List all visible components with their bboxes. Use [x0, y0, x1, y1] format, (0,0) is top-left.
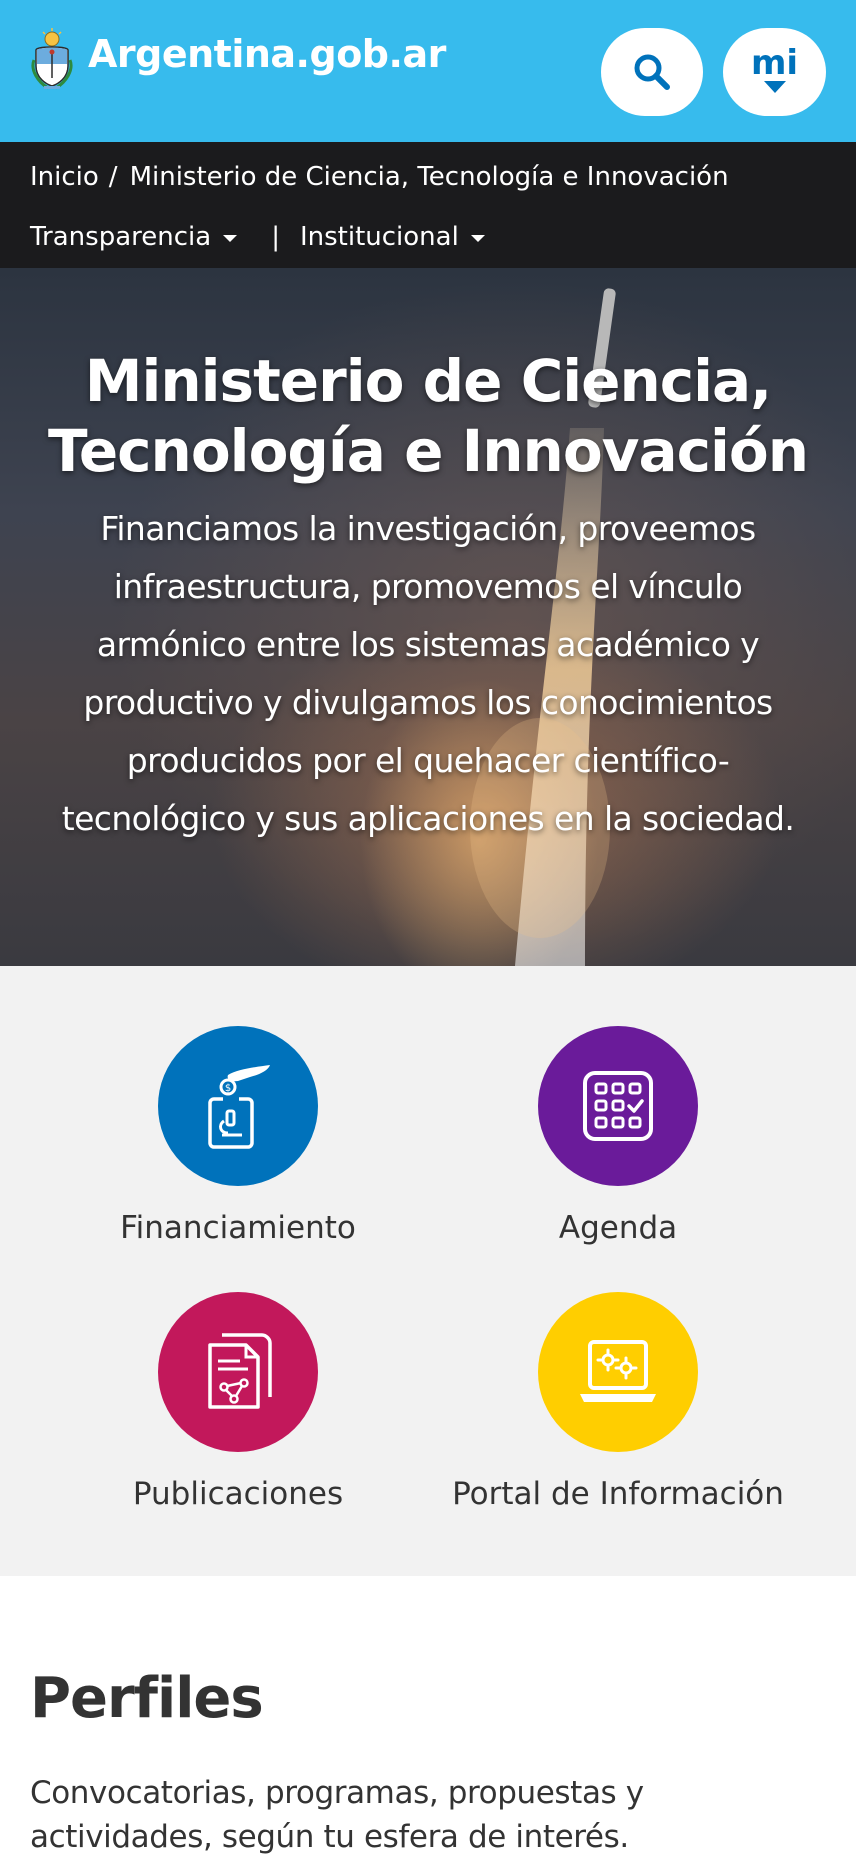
quick-link-publicaciones[interactable]: Publicaciones	[48, 1292, 428, 1512]
page-title-line-1: Ministerio de Ciencia,	[84, 347, 772, 415]
quick-link-financiamiento[interactable]: $ Financiamiento	[48, 1026, 428, 1246]
hero-banner: Ministerio de Ciencia, Tecnología e Inno…	[0, 268, 856, 966]
publicaciones-circle	[158, 1292, 318, 1452]
quick-link-label: Portal de Información	[452, 1476, 784, 1512]
section-menus: Transparencia | Institucional	[30, 212, 485, 262]
caret-down-icon	[470, 235, 485, 242]
transparencia-dropdown[interactable]: Transparencia	[30, 222, 238, 252]
quick-link-portal-informacion[interactable]: Portal de Información	[428, 1292, 808, 1512]
quick-link-label: Agenda	[558, 1210, 678, 1246]
publications-document-icon	[208, 1333, 272, 1409]
portal-circle	[538, 1292, 698, 1452]
caret-down-icon	[223, 235, 238, 242]
brand-name: Argentina.gob.ar	[88, 32, 446, 76]
hero-description: Financiamos la investigación, proveemos …	[61, 509, 795, 838]
top-header: Argentina.gob.ar mi	[0, 0, 856, 142]
page-title-line-2: Tecnología e Innovación	[47, 417, 809, 485]
national-coat-of-arms-icon	[31, 28, 73, 90]
breadcrumb-current: Ministerio de Ciencia, Tecnología e Inno…	[129, 162, 729, 192]
financiamiento-circle: $	[158, 1026, 318, 1186]
search-icon	[634, 54, 670, 90]
chevron-down-icon	[763, 81, 786, 93]
profiles-section: Perfiles Convocatorias, programas, propu…	[0, 1576, 856, 1859]
search-button[interactable]	[601, 28, 703, 116]
hero-content: Ministerio de Ciencia, Tecnología e Inno…	[0, 268, 856, 848]
institucional-label: Institucional	[299, 222, 459, 252]
breadcrumb-home-link[interactable]: Inicio	[30, 162, 99, 192]
calendar-grid-icon	[583, 1071, 653, 1141]
quick-link-label: Publicaciones	[132, 1476, 344, 1512]
quick-link-label: Financiamiento	[120, 1210, 356, 1246]
svg-text:$: $	[225, 1083, 231, 1094]
menu-divider: |	[271, 222, 280, 252]
transparencia-label: Transparencia	[30, 222, 212, 252]
quick-links: $ Financiamiento Agenda Publicaciones Po…	[0, 966, 856, 1576]
quick-link-agenda[interactable]: Agenda	[428, 1026, 808, 1246]
mi-argentina-button[interactable]: mi	[723, 28, 826, 116]
funding-microscope-icon: $	[208, 1065, 270, 1149]
profiles-description: Convocatorias, programas, propuestas y a…	[30, 1775, 644, 1855]
page-title: Ministerio de Ciencia, Tecnología e Inno…	[40, 346, 816, 486]
institucional-dropdown[interactable]: Institucional	[300, 222, 485, 252]
agenda-circle	[538, 1026, 698, 1186]
breadcrumb-separator: /	[108, 162, 118, 192]
laptop-gears-icon	[580, 1340, 656, 1402]
mi-label: mi	[750, 43, 799, 83]
home-link[interactable]: Argentina.gob.ar	[30, 26, 446, 90]
profiles-title: Perfiles	[30, 1666, 264, 1731]
breadcrumb: Inicio / Ministerio de Ciencia, Tecnolog…	[30, 142, 729, 212]
sub-navigation: Inicio / Ministerio de Ciencia, Tecnolog…	[0, 142, 856, 268]
